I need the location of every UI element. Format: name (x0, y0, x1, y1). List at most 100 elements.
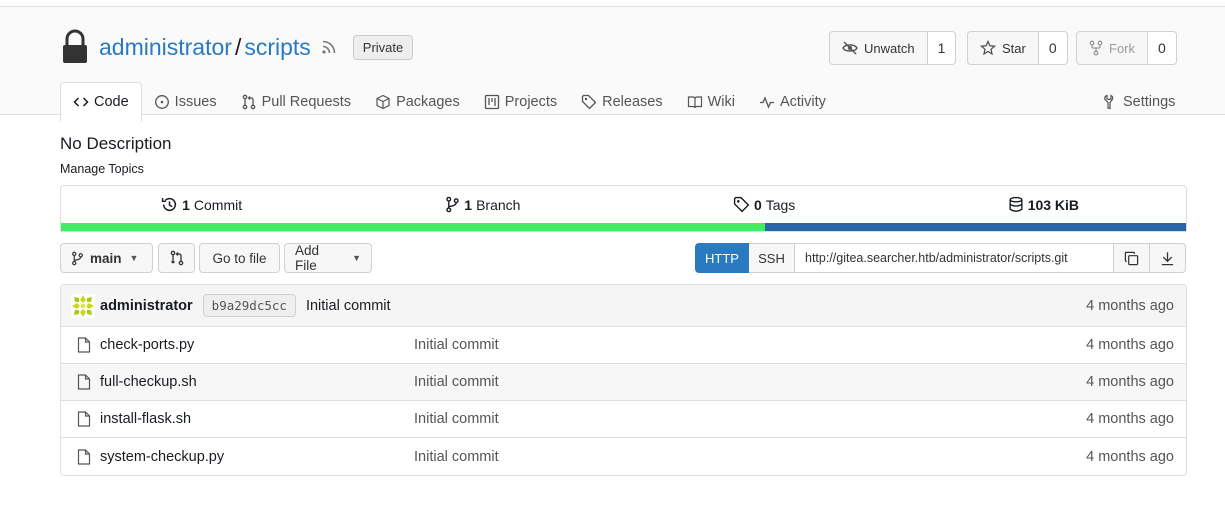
download-icon (1161, 251, 1174, 265)
tab-pull-requests-label: Pull Requests (261, 94, 352, 110)
clone-url-input[interactable]: http://gitea.searcher.htb/administrator/… (795, 243, 1114, 273)
tab-issues[interactable]: Issues (142, 82, 229, 122)
fork-icon (1089, 40, 1103, 56)
commit-author[interactable]: administrator (100, 298, 193, 314)
file-icon (77, 448, 91, 465)
chevron-down-icon: ▼ (129, 253, 139, 263)
tag-icon (581, 94, 597, 110)
file-name[interactable]: check-ports.py (100, 337, 414, 353)
file-commit-message[interactable]: Initial commit (414, 411, 499, 427)
commit-time: 4 months ago (1086, 297, 1174, 314)
file-list: administrator b9a29dc5cc Initial commit … (60, 284, 1187, 476)
tab-code-label: Code (94, 94, 129, 110)
file-commit-time: 4 months ago (1086, 337, 1174, 353)
fork-button-group: Fork 0 (1076, 31, 1177, 65)
go-to-file-button[interactable]: Go to file (199, 243, 280, 273)
unwatch-button[interactable]: Unwatch (830, 32, 927, 64)
eye-closed-icon (842, 41, 858, 55)
commits-label: Commit (193, 196, 243, 213)
tab-packages[interactable]: Packages (363, 82, 472, 122)
tab-activity-label: Activity (779, 94, 826, 110)
language-segment-0[interactable] (61, 223, 766, 231)
branch-selector[interactable]: main ▼ (60, 243, 153, 273)
package-icon (376, 94, 390, 110)
issue-icon (154, 95, 169, 109)
unwatch-label: Unwatch (864, 40, 915, 56)
file-commit-time: 4 months ago (1086, 411, 1174, 427)
repo-size: 103 KiB (1027, 196, 1080, 213)
tab-settings-label: Settings (1123, 94, 1176, 110)
tab-pull-requests[interactable]: Pull Requests (229, 82, 363, 122)
tab-settings[interactable]: Settings (1090, 82, 1187, 122)
tab-wiki[interactable]: Wiki (675, 82, 747, 122)
repo-tabs: Code Issues Pull Requests Packages Proje… (60, 82, 838, 122)
clone-panel: HTTP SSH http://gitea.searcher.htb/admin… (695, 243, 1186, 273)
history-icon (161, 197, 177, 212)
file-row[interactable]: install-flask.sh Initial commit 4 months… (61, 401, 1186, 438)
branch-name: main (90, 250, 122, 266)
copy-url-button[interactable] (1114, 243, 1150, 273)
file-commit-message[interactable]: Initial commit (414, 374, 499, 390)
file-commit-time: 4 months ago (1086, 448, 1174, 465)
tab-releases[interactable]: Releases (569, 82, 674, 122)
chevron-down-icon: ▼ (352, 253, 361, 263)
compare-icon (170, 250, 183, 266)
tag-icon (733, 196, 750, 213)
manage-topics-link[interactable]: Manage Topics (60, 162, 144, 176)
go-to-file-label: Go to file (212, 250, 267, 266)
repo-name-link[interactable]: scripts (244, 34, 310, 61)
watch-count[interactable]: 1 (926, 32, 956, 64)
tab-code[interactable]: Code (60, 82, 142, 122)
star-icon (980, 40, 996, 56)
rss-icon[interactable] (321, 39, 337, 55)
star-label: Star (1002, 40, 1026, 56)
compare-button[interactable] (158, 243, 195, 273)
language-stats-bar[interactable] (61, 223, 1186, 231)
star-count[interactable]: 0 (1037, 32, 1067, 64)
fork-button[interactable]: Fork (1077, 32, 1147, 64)
file-icon (77, 411, 91, 427)
private-badge: Private (352, 34, 414, 60)
pull-request-icon (242, 94, 255, 110)
repo-title: administrator / scripts Private (60, 27, 414, 67)
project-icon (484, 94, 499, 110)
file-row[interactable]: system-checkup.py Initial commit 4 month… (61, 438, 1186, 475)
file-name[interactable]: install-flask.sh (100, 411, 414, 427)
file-commit-message[interactable]: Initial commit (414, 337, 499, 353)
clone-http-button[interactable]: HTTP (695, 243, 749, 273)
avatar[interactable] (71, 293, 95, 318)
file-commit-time: 4 months ago (1086, 374, 1174, 390)
tags-count: 0 (753, 196, 762, 213)
tab-projects-label: Projects (504, 94, 558, 110)
repo-header: administrator / scripts Private Unwatch … (0, 6, 1225, 122)
file-icon (77, 374, 91, 390)
repo-owner-link[interactable]: administrator (99, 34, 232, 61)
add-file-label: Add File (295, 243, 320, 273)
star-button[interactable]: Star (968, 32, 1038, 64)
tab-activity[interactable]: Activity (747, 82, 838, 122)
tools-icon (1104, 94, 1114, 110)
fork-count[interactable]: 0 (1147, 32, 1176, 64)
file-name[interactable]: system-checkup.py (100, 449, 414, 465)
file-row[interactable]: check-ports.py Initial commit 4 months a… (61, 327, 1186, 364)
clone-ssh-button[interactable]: SSH (749, 243, 795, 273)
file-icon (77, 337, 91, 353)
commits-count: 1 (182, 196, 190, 213)
fork-label: Fork (1109, 40, 1135, 56)
file-name[interactable]: full-checkup.sh (100, 374, 414, 390)
file-row[interactable]: full-checkup.sh Initial commit 4 months … (61, 364, 1186, 401)
tab-projects[interactable]: Projects (472, 82, 569, 122)
repo-description: No Description (60, 134, 172, 153)
tab-wiki-label: Wiki (707, 94, 735, 110)
tags-label: Tags (765, 196, 796, 213)
database-icon (1009, 196, 1023, 212)
language-segment-1[interactable] (765, 223, 1186, 231)
code-icon (73, 97, 89, 107)
branches-count: 1 (464, 196, 473, 213)
copy-icon (1124, 251, 1139, 265)
commit-sha[interactable]: b9a29dc5cc (202, 294, 296, 317)
add-file-dropdown[interactable]: Add File ▼ (284, 243, 372, 273)
download-button[interactable] (1150, 243, 1186, 273)
file-commit-message[interactable]: Initial commit (414, 449, 499, 465)
commit-message[interactable]: Initial commit (306, 298, 391, 314)
